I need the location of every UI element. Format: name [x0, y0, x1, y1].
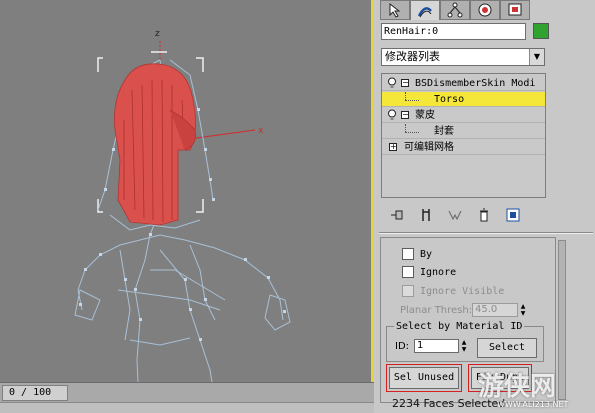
- material-id-group-title: Select by Material ID: [394, 321, 525, 332]
- ignore-visible-label: Ignore Visible: [420, 286, 505, 297]
- planar-thresh-label: Planar Thresh:: [400, 305, 473, 316]
- chevron-down-icon[interactable]: ▼: [529, 49, 544, 65]
- stack-item-label: 封套: [434, 126, 454, 137]
- command-panel: RenHair:0 修改器列表 ▼ − BSDismemberSkin Modi…: [377, 0, 595, 413]
- show-end-result-icon[interactable]: [418, 207, 434, 223]
- lightbulb-icon[interactable]: [387, 77, 397, 89]
- bracket-br: [196, 199, 204, 213]
- object-name-field[interactable]: RenHair:0: [381, 23, 526, 40]
- display-icon: [508, 3, 522, 16]
- panel-divider: [379, 232, 593, 234]
- hierarchy-icon: [447, 2, 463, 18]
- create-tab[interactable]: [380, 0, 410, 20]
- motion-tab[interactable]: [470, 0, 500, 20]
- stack-item-envelope[interactable]: 封套: [382, 124, 545, 139]
- stack-item-label: Torso: [434, 94, 465, 105]
- modifier-stack[interactable]: − BSDismemberSkin Modi Torso − 蒙皮 封套 + 可…: [381, 73, 546, 198]
- stack-item-label: BSDismemberSkin Modi: [415, 78, 536, 89]
- select-by-id-button[interactable]: Select: [477, 338, 537, 358]
- object-name-row: RenHair:0: [381, 23, 591, 41]
- modifier-list-label: 修改器列表: [385, 50, 440, 63]
- time-slider[interactable]: 0 / 100: [2, 385, 68, 401]
- modify-arc-icon: [417, 6, 432, 17]
- modify-tab[interactable]: [410, 0, 440, 20]
- track-bar[interactable]: [0, 402, 374, 413]
- id-label: ID:: [395, 341, 410, 352]
- lightbulb-icon[interactable]: [387, 109, 397, 121]
- cursor-arrow-icon: [389, 2, 401, 18]
- axis-z-label: z: [155, 29, 160, 39]
- rollout-scrollbar[interactable]: [558, 240, 566, 400]
- stack-toolbar: [389, 206, 549, 224]
- configure-sets-icon[interactable]: [505, 207, 521, 223]
- material-id-spinner[interactable]: 1: [414, 339, 459, 353]
- object-color-swatch[interactable]: [533, 23, 549, 39]
- stack-item-bsdismemberskin[interactable]: − BSDismemberSkin Modi: [382, 76, 545, 91]
- watermark-logo: 游侠网: [478, 372, 557, 402]
- motion-icon: [478, 3, 492, 17]
- highlight-frame: [386, 364, 462, 392]
- make-unique-icon[interactable]: [447, 207, 463, 223]
- ignore-checkbox[interactable]: [402, 266, 414, 278]
- stack-item-skin[interactable]: − 蒙皮: [382, 108, 545, 123]
- display-tab[interactable]: [500, 0, 530, 20]
- stack-item-label: 可编辑网格: [404, 142, 454, 153]
- remove-modifier-icon[interactable]: [476, 207, 492, 223]
- stack-item-editable-mesh[interactable]: + 可编辑网格: [382, 140, 545, 155]
- spinner-arrows-icon[interactable]: ▲ ▼: [519, 303, 527, 317]
- stack-item-label: 蒙皮: [415, 110, 435, 121]
- planar-thresh-spinner[interactable]: 45.0: [472, 303, 518, 317]
- hair-mesh: [114, 63, 196, 226]
- perspective-viewport[interactable]: x z: [0, 0, 374, 382]
- stack-item-torso[interactable]: Torso: [382, 92, 545, 107]
- by-label: By: [420, 249, 433, 260]
- command-panel-tabs: [380, 0, 530, 20]
- axis-x-label: x: [258, 126, 264, 136]
- bracket-tr: [196, 57, 204, 72]
- pin-stack-icon[interactable]: [389, 207, 405, 223]
- modifier-list-dropdown[interactable]: 修改器列表 ▼: [381, 48, 545, 66]
- collapse-icon[interactable]: −: [401, 111, 409, 119]
- time-slider-bar[interactable]: 0 / 100: [0, 382, 374, 402]
- bracket-bl: [97, 199, 103, 213]
- hierarchy-tab[interactable]: [440, 0, 470, 20]
- watermark-url: WWW.ALI213.NET: [497, 400, 569, 409]
- ignore-visible-checkbox[interactable]: [402, 285, 414, 297]
- bracket-tl: [97, 57, 103, 72]
- collapse-icon[interactable]: −: [401, 79, 409, 87]
- viewport-canvas[interactable]: x z: [0, 0, 374, 382]
- ignore-label: Ignore: [420, 267, 457, 278]
- expand-icon[interactable]: +: [389, 143, 397, 151]
- spinner-arrows-icon[interactable]: ▲ ▼: [460, 339, 468, 353]
- by-checkbox[interactable]: [402, 248, 414, 260]
